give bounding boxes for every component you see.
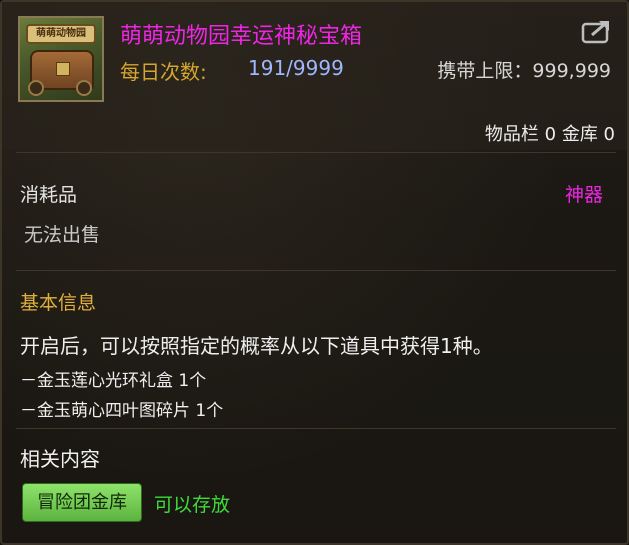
chest-wheel bbox=[28, 80, 44, 96]
item-name: 萌萌动物园幸运神秘宝箱 bbox=[120, 24, 363, 49]
share-export-icon[interactable] bbox=[581, 18, 613, 44]
divider bbox=[16, 152, 616, 153]
related-content-title: 相关内容 bbox=[20, 447, 100, 471]
item-rarity: 神器 bbox=[564, 184, 603, 206]
item-description: 开启后，可以按照指定的概率从以下道具中获得1种。 bbox=[20, 334, 493, 358]
basic-info-title: 基本信息 bbox=[20, 292, 97, 314]
inventory-count: 物品栏 0 金库 0 bbox=[484, 124, 615, 145]
item-category: 消耗品 bbox=[20, 184, 78, 206]
divider bbox=[16, 270, 616, 271]
chest-wheel bbox=[76, 80, 92, 96]
daily-count-label: 每日次数: bbox=[120, 60, 207, 84]
divider bbox=[16, 428, 616, 429]
item-tooltip: 萌萌动物园 萌萌动物园幸运神秘宝箱 每日次数: 191/9999 携带上限：99… bbox=[0, 0, 629, 545]
icon-banner: 萌萌动物园 bbox=[26, 24, 96, 44]
reward-item: －金玉萌心四叶图碎片 1个 bbox=[20, 401, 224, 421]
reward-item: －金玉莲心光环礼盒 1个 bbox=[20, 371, 207, 391]
treasure-chest-item-icon: 萌萌动物园 bbox=[18, 16, 104, 102]
icon-banner-text: 萌萌动物园 bbox=[36, 28, 86, 39]
storage-status: 可以存放 bbox=[154, 494, 231, 516]
adventure-vault-button[interactable]: 冒险团金库 bbox=[22, 483, 142, 522]
daily-count-value: 191/9999 bbox=[248, 56, 344, 80]
carry-limit: 携带上限：999,999 bbox=[437, 60, 611, 82]
sell-status: 无法出售 bbox=[24, 224, 101, 246]
